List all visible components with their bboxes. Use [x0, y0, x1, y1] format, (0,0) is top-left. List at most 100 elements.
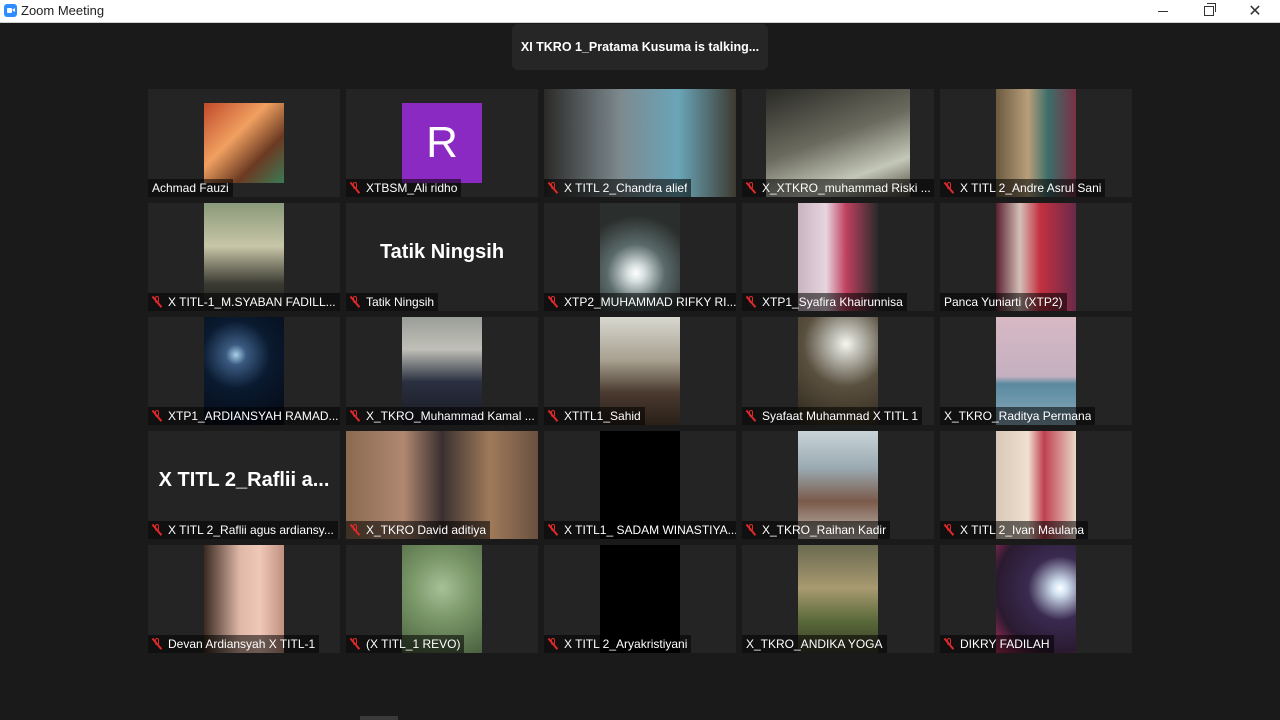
mic-muted-icon	[944, 182, 954, 194]
participant-name: X TITL1_ SADAM WINASTIYA...	[564, 523, 736, 537]
participant-name: X TITL 2_Ivan Maulana	[960, 523, 1085, 537]
participant-display-name: Tatik Ningsih	[379, 241, 505, 263]
minimize-icon	[1158, 10, 1168, 12]
participant-name: X_TKRO_Muhammad Kamal ...	[366, 409, 535, 423]
participant-name-label: (X TITL_1 REVO)	[346, 635, 465, 653]
participant-tile[interactable]: X TITL 2_Ivan Maulana	[940, 431, 1132, 539]
participant-name-label: XTITL1_Sahid	[544, 407, 645, 425]
participant-video	[204, 103, 284, 183]
mic-muted-icon	[746, 410, 756, 422]
participant-name-label: Achmad Fauzi	[148, 179, 233, 197]
participant-tile[interactable]: Tatik Ningsih Tatik Ningsih	[346, 203, 538, 311]
zoom-app-icon	[4, 4, 17, 17]
participant-name: X_TKRO David aditiya	[366, 523, 487, 537]
close-icon: ✕	[1248, 3, 1262, 20]
participant-tile[interactable]: X_TKRO_Raditya Permana	[940, 317, 1132, 425]
participant-name: (X TITL_1 REVO)	[366, 637, 461, 651]
participant-tile[interactable]: Devan Ardiansyah X TITL-1	[148, 545, 340, 653]
participant-name: Syafaat Muhammad X TITL 1	[762, 409, 919, 423]
mic-muted-icon	[746, 524, 756, 536]
mic-muted-icon	[350, 410, 360, 422]
restore-button[interactable]	[1186, 0, 1232, 22]
active-speaker-banner: XI TKRO 1_Pratama Kusuma is talking...	[512, 24, 768, 70]
mic-muted-icon	[350, 182, 360, 194]
participant-name: X_TKRO_Raihan Kadir	[762, 523, 887, 537]
mic-muted-icon	[350, 524, 360, 536]
participant-name-label: X_TKRO David aditiya	[346, 521, 491, 539]
participant-name-label: X TITL 2_Aryakristiyani	[544, 635, 692, 653]
participant-name-label: Syafaat Muhammad X TITL 1	[742, 407, 923, 425]
participant-name: X TITL 2_Andre Asrul Sani	[960, 181, 1102, 195]
participant-display-name: X TITL 2_Raflii a...	[158, 469, 330, 491]
mic-muted-icon	[548, 638, 558, 650]
mic-muted-icon	[548, 524, 558, 536]
close-button[interactable]: ✕	[1232, 0, 1278, 22]
participant-name: XTITL1_Sahid	[564, 409, 641, 423]
participant-avatar: R	[402, 103, 482, 183]
participant-tile[interactable]: X_TKRO David aditiya	[346, 431, 538, 539]
participant-tile[interactable]: (X TITL_1 REVO)	[346, 545, 538, 653]
participant-tile[interactable]: X TITL 2_Raflii a... X TITL 2_Raflii agu…	[148, 431, 340, 539]
participant-name: X_XTKRO_muhammad Riski ...	[762, 181, 931, 195]
mic-muted-icon	[152, 638, 162, 650]
title-bar: Zoom Meeting ✕	[0, 0, 1280, 23]
participant-name: X_TKRO_Raditya Permana	[944, 409, 1092, 423]
minimize-button[interactable]	[1140, 0, 1186, 22]
participant-tile[interactable]: X_XTKRO_muhammad Riski ...	[742, 89, 934, 197]
participant-tile[interactable]: X TITL-1_M.SYABAN FADILL...	[148, 203, 340, 311]
participant-name-label: X TITL1_ SADAM WINASTIYA...	[544, 521, 736, 539]
participant-name: DIKRY FADILAH	[960, 637, 1050, 651]
participant-name-label: X_TKRO_Raditya Permana	[940, 407, 1096, 425]
participant-name-label: X_TKRO_Raihan Kadir	[742, 521, 891, 539]
participant-name-label: Devan Ardiansyah X TITL-1	[148, 635, 320, 653]
participant-tile[interactable]: X TITL 2_Andre Asrul Sani	[940, 89, 1132, 197]
mic-muted-icon	[548, 296, 558, 308]
participant-tile[interactable]: XTITL1_Sahid	[544, 317, 736, 425]
participant-name: X TITL-1_M.SYABAN FADILL...	[168, 295, 336, 309]
mic-muted-icon	[548, 182, 558, 194]
participant-tile[interactable]: X_TKRO_Raihan Kadir	[742, 431, 934, 539]
participant-name: XTP1_Syafira Khairunnisa	[762, 295, 903, 309]
participant-name: XTP1_ARDIANSYAH RAMAD...	[168, 409, 339, 423]
participant-tile[interactable]: R XTBSM_Ali ridho	[346, 89, 538, 197]
mic-muted-icon	[746, 296, 756, 308]
mic-muted-icon	[350, 638, 360, 650]
mic-muted-icon	[152, 524, 162, 536]
participant-name: XTBSM_Ali ridho	[366, 181, 458, 195]
participant-tile[interactable]: Syafaat Muhammad X TITL 1	[742, 317, 934, 425]
mic-muted-icon	[548, 410, 558, 422]
mic-muted-icon	[350, 296, 360, 308]
participant-name-label: X TITL 2_Chandra alief	[544, 179, 692, 197]
participant-tile[interactable]: X TITL1_ SADAM WINASTIYA...	[544, 431, 736, 539]
participant-tile[interactable]: XTP1_ARDIANSYAH RAMAD...	[148, 317, 340, 425]
participant-tile[interactable]: X TITL 2_Chandra alief	[544, 89, 736, 197]
participant-name-label: X TITL-1_M.SYABAN FADILL...	[148, 293, 340, 311]
mic-muted-icon	[152, 410, 162, 422]
participant-tile[interactable]: Panca Yuniarti (XTP2)	[940, 203, 1132, 311]
participant-name: X_TKRO_ANDIKA YOGA	[746, 637, 883, 651]
participant-tile[interactable]: X_TKRO_Muhammad Kamal ...	[346, 317, 538, 425]
participant-name: Panca Yuniarti (XTP2)	[944, 295, 1063, 309]
participant-tile[interactable]: XTP1_Syafira Khairunnisa	[742, 203, 934, 311]
participant-name-label: X_TKRO_ANDIKA YOGA	[742, 635, 887, 653]
participant-tile[interactable]: Achmad Fauzi	[148, 89, 340, 197]
toolbar-handle	[360, 716, 398, 720]
participant-name-label: X_TKRO_Muhammad Kamal ...	[346, 407, 538, 425]
participant-name: XTP2_MUHAMMAD RIFKY RI...	[564, 295, 736, 309]
participant-name-label: Panca Yuniarti (XTP2)	[940, 293, 1067, 311]
participant-tile[interactable]: XTP2_MUHAMMAD RIFKY RI...	[544, 203, 736, 311]
participant-tile[interactable]: DIKRY FADILAH	[940, 545, 1132, 653]
participant-name-label: XTBSM_Ali ridho	[346, 179, 462, 197]
participant-tile[interactable]: X TITL 2_Aryakristiyani	[544, 545, 736, 653]
mic-muted-icon	[944, 524, 954, 536]
participant-name: X TITL 2_Aryakristiyani	[564, 637, 688, 651]
participant-name-label: DIKRY FADILAH	[940, 635, 1054, 653]
participant-name-label: XTP2_MUHAMMAD RIFKY RI...	[544, 293, 736, 311]
window-title: Zoom Meeting	[21, 3, 105, 18]
mic-muted-icon	[944, 638, 954, 650]
participant-tile[interactable]: X_TKRO_ANDIKA YOGA	[742, 545, 934, 653]
participant-name: Achmad Fauzi	[152, 181, 229, 195]
participant-name: Devan Ardiansyah X TITL-1	[168, 637, 316, 651]
mic-muted-icon	[746, 182, 756, 194]
participant-name-label: X TITL 2_Raflii agus ardiansy...	[148, 521, 338, 539]
